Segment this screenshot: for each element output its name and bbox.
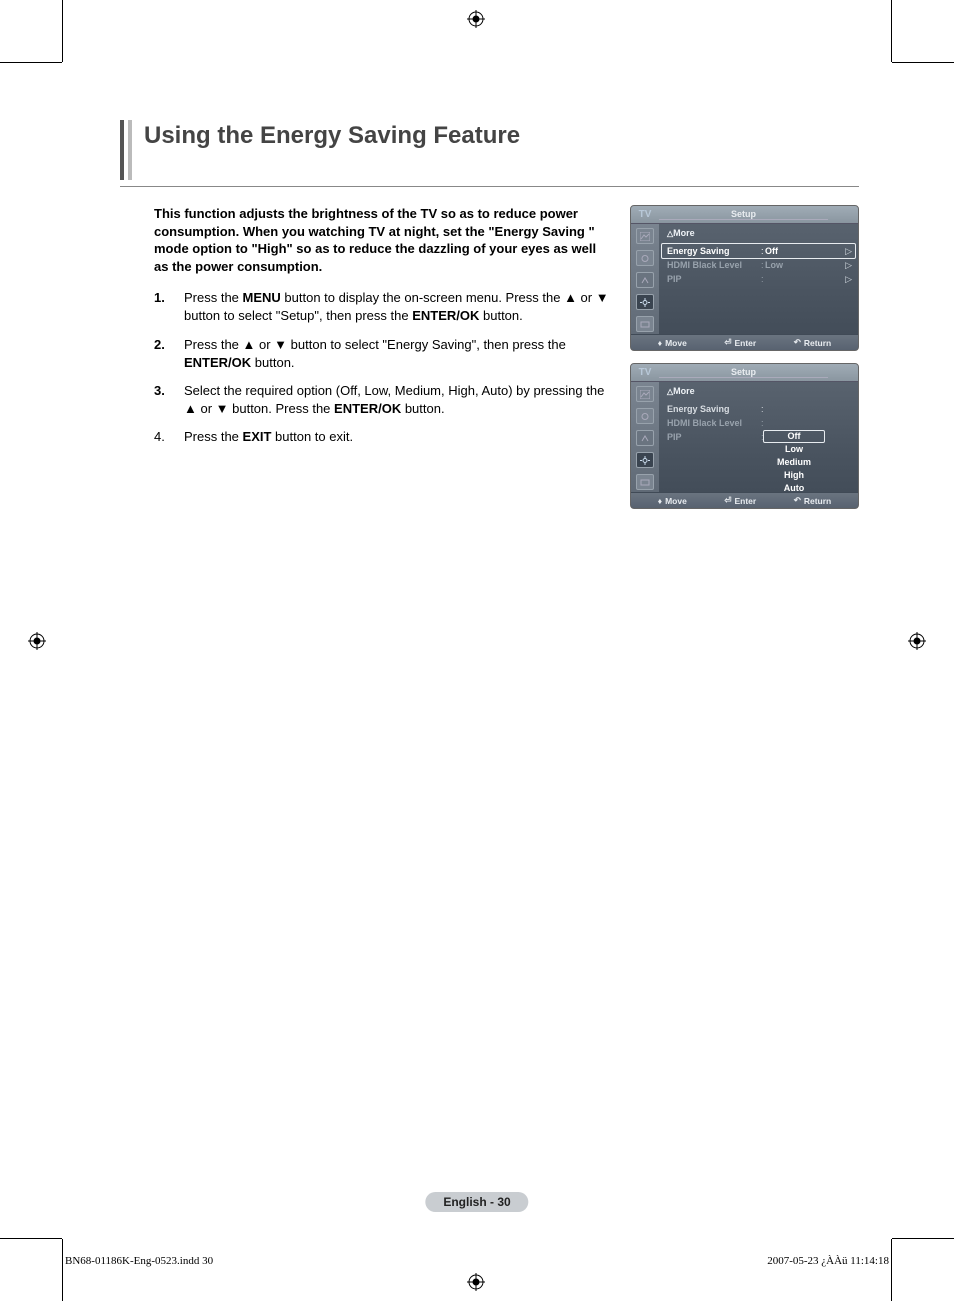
channel-icon: [636, 272, 654, 288]
osd-footer-move: ♦Move: [658, 338, 687, 348]
osd-row-value: Off: [765, 246, 842, 256]
osd-row-label: HDMI Black Level: [667, 418, 761, 428]
osd-options-dropdown: OffLowMediumHighAuto: [763, 430, 825, 495]
osd-row-label: PIP: [667, 432, 761, 442]
sound-icon: [636, 250, 654, 266]
picture-icon: [636, 228, 654, 244]
osd-title: Setup: [659, 209, 828, 220]
osd-title: Setup: [659, 367, 828, 378]
registration-mark-icon: [28, 632, 46, 650]
osd-option: Medium: [763, 456, 825, 469]
sound-icon: [636, 408, 654, 424]
title-accent-bars: [120, 120, 132, 180]
crop-mark: [62, 1239, 63, 1301]
osd-option: Off: [763, 430, 825, 443]
osd-footer-return: ↶Return: [794, 337, 832, 348]
osd-menu-row: Energy Saving:: [667, 402, 852, 416]
osd-menu-row: PIP:▷: [667, 272, 852, 286]
osd-screenshot-1: TV Setup △More Energy Saving:Off▷HDMI Bl…: [630, 205, 859, 351]
step-number: 1.: [154, 289, 184, 325]
osd-more-label: △More: [667, 386, 852, 396]
step-number: 3.: [154, 382, 184, 418]
crop-mark: [0, 1238, 62, 1239]
osd-tv-label: TV: [631, 209, 659, 220]
osd-menu-row: Energy Saving:Off▷: [667, 244, 852, 258]
registration-mark-icon: [467, 10, 485, 28]
osd-option: High: [763, 469, 825, 482]
osd-row-label: PIP: [667, 274, 761, 284]
step-body: Press the ▲ or ▼ button to select "Energ…: [184, 336, 612, 372]
osd-sidebar-icons: [631, 224, 659, 334]
footer-timestamp: 2007-05-23 ¿ÀÀü 11:14:18: [767, 1255, 889, 1267]
chevron-right-icon: ▷: [842, 246, 852, 257]
step-body: Press the EXIT button to exit.: [184, 428, 612, 446]
input-icon: [636, 474, 654, 490]
crop-mark: [892, 1238, 954, 1239]
step-number: 2.: [154, 336, 184, 372]
instruction-step: 3.Select the required option (Off, Low, …: [154, 382, 612, 418]
osd-more-label: △More: [667, 228, 852, 238]
crop-mark: [62, 0, 63, 62]
footer-filename: BN68-01186K-Eng-0523.indd 30: [65, 1255, 213, 1267]
step-body: Select the required option (Off, Low, Me…: [184, 382, 612, 418]
osd-footer-return: ↶Return: [794, 495, 832, 506]
step-number: 4.: [154, 428, 184, 446]
crop-mark: [0, 62, 62, 63]
channel-icon: [636, 430, 654, 446]
osd-footer-move: ♦Move: [658, 496, 687, 506]
title-underline: [120, 186, 859, 187]
osd-footer-enter: ⏎Enter: [724, 495, 756, 506]
osd-tv-label: TV: [631, 367, 659, 378]
osd-menu-row: HDMI Black Level:: [667, 416, 852, 430]
page-title: Using the Energy Saving Feature: [144, 120, 520, 150]
osd-footer-enter: ⏎Enter: [724, 337, 756, 348]
osd-footer: ♦Move ⏎Enter ↶Return: [631, 334, 858, 350]
osd-option: Low: [763, 443, 825, 456]
instruction-step: 4.Press the EXIT button to exit.: [154, 428, 612, 446]
chevron-right-icon: ▷: [842, 274, 852, 285]
osd-option: Auto: [763, 482, 825, 495]
setup-icon: [636, 294, 654, 310]
setup-icon: [636, 452, 654, 468]
osd-menu-row: HDMI Black Level:Low▷: [667, 258, 852, 272]
picture-icon: [636, 386, 654, 402]
crop-mark: [892, 62, 954, 63]
osd-row-label: HDMI Black Level: [667, 260, 761, 270]
registration-mark-icon: [467, 1273, 485, 1291]
crop-mark: [891, 0, 892, 62]
osd-screenshot-2: TV Setup △More Energy Saving:HDMI Black …: [630, 363, 859, 509]
registration-mark-icon: [908, 632, 926, 650]
chevron-right-icon: ▷: [842, 260, 852, 271]
osd-row-label: Energy Saving: [667, 246, 761, 256]
osd-sidebar-icons: [631, 382, 659, 492]
osd-row-value: Low: [765, 260, 842, 270]
instruction-step: 2.Press the ▲ or ▼ button to select "Ene…: [154, 336, 612, 372]
input-icon: [636, 316, 654, 332]
osd-row-label: Energy Saving: [667, 404, 761, 414]
instruction-step: 1.Press the MENU button to display the o…: [154, 289, 612, 325]
step-body: Press the MENU button to display the on-…: [184, 289, 612, 325]
intro-text: This function adjusts the brightness of …: [154, 205, 612, 275]
page-number-badge: English - 30: [425, 1192, 528, 1212]
crop-mark: [891, 1239, 892, 1301]
